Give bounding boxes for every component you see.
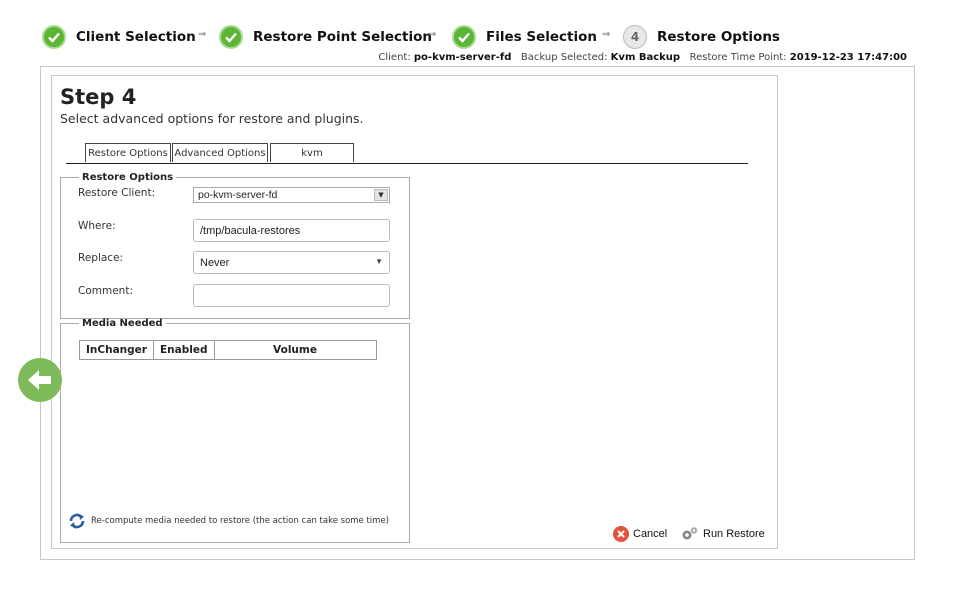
cancel-icon <box>613 526 629 542</box>
step-label: Restore Point Selection <box>253 29 433 45</box>
replace-label: Replace: <box>78 252 124 264</box>
step-label: Restore Options <box>657 29 780 45</box>
tab-advanced-options[interactable]: Advanced Options <box>172 143 268 162</box>
page-title: Step 4 <box>60 85 137 109</box>
options-tabs: Restore Options Advanced Options kvm <box>66 143 748 164</box>
where-label: Where: <box>78 220 116 232</box>
time-info-label: Restore Time Point: <box>689 52 787 63</box>
tab-restore-options[interactable]: Restore Options <box>85 143 171 162</box>
restore-options-legend: Restore Options <box>82 172 174 183</box>
recompute-media-link[interactable]: Re-compute media needed to restore (the … <box>68 513 389 529</box>
check-icon <box>219 25 243 49</box>
step-number-badge: 4 <box>623 25 647 49</box>
refresh-icon <box>69 513 85 529</box>
where-input[interactable]: /tmp/bacula-restores <box>193 219 390 242</box>
column-header-inchanger[interactable]: InChanger <box>79 340 154 360</box>
column-header-volume[interactable]: Volume <box>213 340 377 360</box>
check-icon <box>452 25 476 49</box>
wizard-step-restore-point-selection[interactable]: Restore Point Selection <box>219 24 432 50</box>
restore-info-bar: Client: po-kvm-server-fd Backup Selected… <box>378 52 907 63</box>
comment-label: Comment: <box>78 285 133 297</box>
column-header-enabled[interactable]: Enabled <box>153 340 215 360</box>
wizard-step-client-selection[interactable]: Client Selection <box>42 24 196 50</box>
caret-down-icon: ▼ <box>375 257 383 266</box>
tab-kvm[interactable]: kvm <box>270 143 354 162</box>
replace-select[interactable]: Never ▼ <box>193 251 390 274</box>
step-label: Client Selection <box>76 29 196 45</box>
restore-client-select[interactable]: po-kvm-server-fd ▼ <box>193 187 390 203</box>
restore-client-value: po-kvm-server-fd <box>198 189 278 201</box>
step-arrow-icon: ⇒ <box>428 29 437 40</box>
restore-client-label: Restore Client: <box>78 187 156 199</box>
check-icon <box>42 25 66 49</box>
run-restore-label: Run Restore <box>703 528 765 540</box>
gears-icon <box>682 527 698 540</box>
step-arrow-icon: ⇒ <box>602 29 611 40</box>
backup-info-label: Backup Selected: <box>520 52 608 63</box>
arrow-left-icon <box>28 370 51 390</box>
media-needed-legend: Media Needed <box>82 318 163 329</box>
media-table-header: InChanger Enabled Volume <box>79 340 377 360</box>
wizard-step-files-selection[interactable]: Files Selection <box>452 24 597 50</box>
back-button[interactable] <box>18 358 62 402</box>
wizard-step-restore-options: 4 Restore Options <box>623 24 780 50</box>
comment-input[interactable] <box>193 284 390 307</box>
run-restore-button[interactable]: Run Restore <box>681 526 765 542</box>
backup-info-value: Kvm Backup <box>610 52 681 63</box>
step-label: Files Selection <box>486 29 597 45</box>
step-arrow-icon: ⇒ <box>198 29 207 40</box>
replace-value: Never <box>200 256 230 269</box>
chevron-down-icon: ▼ <box>374 189 388 201</box>
media-table: InChanger Enabled Volume <box>79 340 377 360</box>
recompute-label: Re-compute media needed to restore (the … <box>91 516 389 526</box>
cancel-label: Cancel <box>633 528 668 540</box>
time-info-value: 2019-12-23 17:47:00 <box>789 52 907 63</box>
cancel-button[interactable]: Cancel <box>613 526 667 542</box>
client-info-value: po-kvm-server-fd <box>413 52 512 63</box>
page-subtitle: Select advanced options for restore and … <box>60 111 364 126</box>
client-info-label: Client: <box>378 52 411 63</box>
